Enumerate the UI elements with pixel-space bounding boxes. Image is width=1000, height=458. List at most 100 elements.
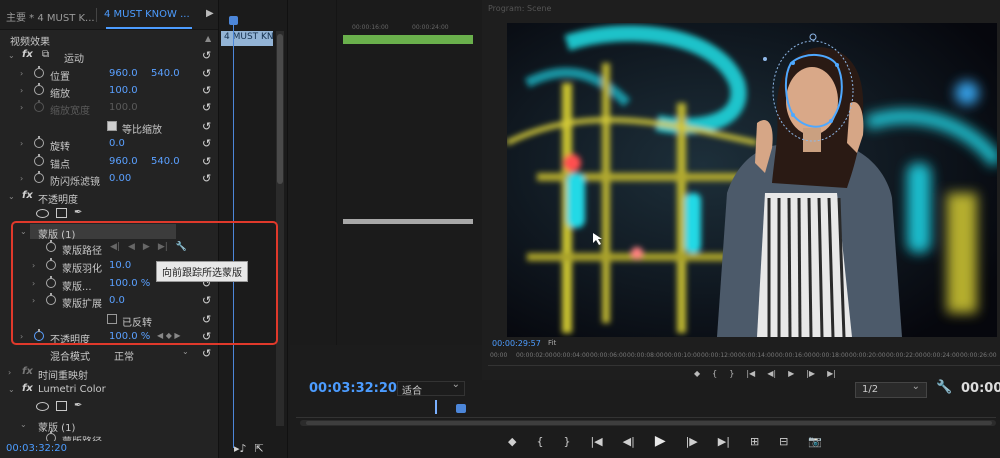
settings-wrench-icon[interactable]: 🔧 [936,380,952,395]
timeline-clip-label[interactable]: 4 MUST KN [221,31,273,46]
expand-chevron-icon[interactable]: ⌄ [8,51,15,60]
expand-arrow-icon: › [20,103,24,112]
source-time-ruler[interactable] [296,398,996,418]
step-back-icon[interactable]: ◀| [623,435,635,448]
expand-arrow-icon[interactable]: › [20,139,23,148]
stopwatch-icon[interactable] [34,66,44,78]
lumetri-row[interactable]: ⌄ fx Lumetri Color [0,382,218,399]
fit-select[interactable]: 适合 [397,379,465,397]
playback-resolution-select[interactable]: 1/2 [855,381,927,398]
program-fit-small[interactable]: Fit [548,339,556,347]
reset-icon[interactable]: ↺ [202,120,211,133]
opacity-effect-row[interactable]: ⌄ fx 不透明度 [0,189,218,206]
add-marker-icon[interactable]: ◆ [508,435,516,448]
stopwatch-icon[interactable] [34,154,44,166]
reset-icon[interactable]: ↺ [202,49,211,62]
scale-value[interactable]: 100.0 [109,85,138,96]
motion-transform-icon[interactable]: ⧉ [42,49,49,60]
blend-mode-select[interactable]: 正常 [114,348,134,363]
in-point-icon[interactable]: { [712,369,717,378]
anchor-x-value[interactable]: 960.0 [109,156,138,167]
export-frame-camera-icon[interactable]: 📷 [808,435,822,448]
active-tab-underline [106,27,192,29]
position-y-value[interactable]: 540.0 [151,68,180,79]
play-button-icon[interactable]: ▶ [655,433,666,449]
go-to-out-icon[interactable]: ▶| [718,435,730,448]
go-to-out-icon[interactable]: ▶| [827,369,836,378]
mark-out-icon[interactable]: } [563,435,570,448]
go-to-in-icon[interactable]: |◀ [746,369,755,378]
rectangle-mask-icon[interactable] [56,401,67,411]
step-forward-icon[interactable]: |▶ [686,435,698,448]
source-timecode[interactable]: 00:03:32:20 [309,381,397,396]
audio-clip-bar[interactable] [343,35,473,44]
expand-arrow-icon[interactable]: › [20,86,23,95]
stopwatch-icon[interactable] [34,136,44,148]
uniform-scale-checkbox[interactable] [107,121,117,131]
stopwatch-icon[interactable] [34,171,44,183]
program-mini-controls: ◆ { } |◀ ◀| ▶ |▶ ▶| [694,369,836,378]
export-icon[interactable]: ⇱ [255,442,264,455]
video-preview[interactable] [507,23,997,337]
reset-icon[interactable]: ↺ [202,84,211,97]
flicker-value[interactable]: 0.00 [109,173,131,184]
playhead-marker-icon[interactable] [229,16,238,25]
tab-sequence-clip[interactable]: 4 MUST KNOW ... [104,9,190,20]
fx-icon[interactable]: fx [22,366,33,377]
position-x-value[interactable]: 960.0 [109,68,138,79]
collapse-up-icon[interactable]: ▲ [205,34,211,43]
reset-icon[interactable]: ↺ [202,137,211,150]
source-marker-icon[interactable] [456,404,466,413]
reset-icon[interactable]: ↺ [202,347,211,360]
time-remap-row[interactable]: › fx 时间重映射 [0,365,218,382]
expand-chevron-icon[interactable]: ⌄ [20,420,27,429]
stopwatch-icon[interactable] [34,83,44,95]
reset-icon[interactable]: ↺ [202,155,211,168]
program-time-small[interactable]: 00:00:29:57 [492,339,541,348]
fx-icon[interactable]: fx [22,190,33,201]
filter-icon[interactable]: ▸♪ [234,442,247,455]
fx-icon[interactable]: fx [22,383,33,394]
expand-arrow-icon[interactable]: › [20,174,23,183]
source-playhead[interactable] [435,400,437,414]
clip-bar[interactable] [343,219,473,224]
fx-icon[interactable]: fx [22,49,33,60]
expand-chevron-icon[interactable]: ⌄ [8,192,15,201]
stopwatch-icon[interactable] [46,431,56,441]
expand-arrow-icon[interactable]: › [20,69,23,78]
expand-chevron-icon[interactable]: ⌄ [8,385,15,394]
program-time-ruler[interactable]: 00:00 00:00:02:00 00:00:04:00 00:00:06:0… [488,348,1000,366]
uniform-scale-label: 等比缩放 [122,125,162,136]
video-frame-image [507,23,997,337]
overwrite-icon[interactable]: ⊟ [779,435,788,448]
insert-icon[interactable]: ⊞ [750,435,759,448]
pen-mask-icon[interactable]: ✒ [74,208,82,218]
rectangle-mask-icon[interactable] [56,208,67,218]
play-icon[interactable]: ▶ [788,369,794,378]
step-back-icon[interactable]: ◀| [767,369,776,378]
expand-arrow-icon[interactable]: › [8,368,11,377]
ellipse-mask-icon[interactable] [36,208,49,218]
step-forward-icon[interactable]: |▶ [806,369,815,378]
motion-effect-row[interactable]: ⌄ fx ⧉ 运动 ↺ [0,48,218,65]
program-timecode[interactable]: 00:00 [961,381,1000,396]
rotation-value[interactable]: 0.0 [109,138,125,149]
reset-icon[interactable]: ↺ [202,101,211,114]
mark-in-icon[interactable]: { [536,435,543,448]
position-row: › 位置 960.0 540.0 ↺ [0,66,218,83]
reset-icon[interactable]: ↺ [202,67,211,80]
play-arrow-icon[interactable]: ▶ [206,8,214,19]
panel-divider [336,0,337,345]
go-to-in-icon[interactable]: |◀ [590,435,602,448]
out-point-icon[interactable]: } [729,369,734,378]
effect-scrollbar-thumb[interactable] [277,34,283,184]
dropdown-chevron-icon[interactable]: ⌄ [182,347,189,356]
pen-mask-icon[interactable]: ✒ [74,401,82,411]
reset-icon[interactable]: ↺ [202,172,211,185]
effect-controls-timecode[interactable]: 00:03:32:20 [6,443,67,454]
source-zoom-scroll-thumb[interactable] [306,421,992,425]
marker-icon[interactable]: ◆ [694,369,700,378]
tab-source-clip[interactable]: 主要 * 4 MUST K... [6,9,95,24]
ellipse-mask-icon[interactable] [36,401,49,411]
anchor-y-value[interactable]: 540.0 [151,156,180,167]
